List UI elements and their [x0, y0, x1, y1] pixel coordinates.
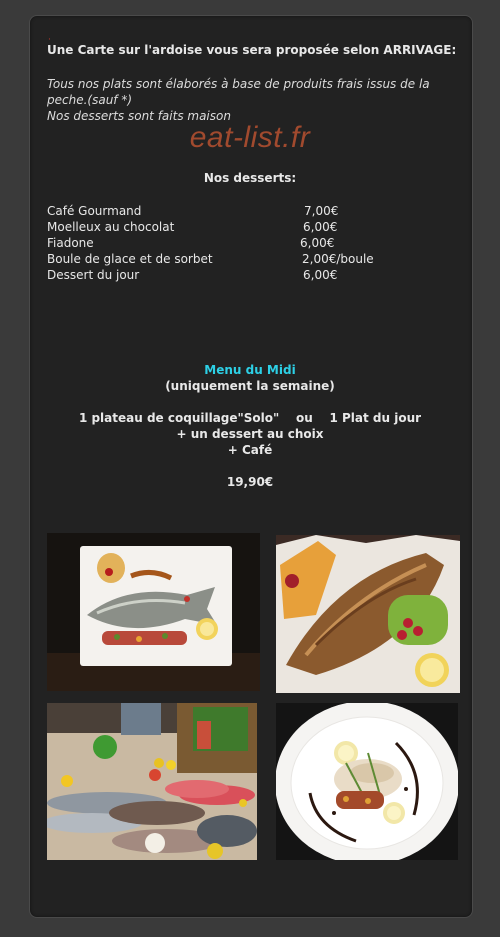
dessert-price: 7,00€	[304, 204, 339, 218]
menu-midi-price: 19,90€	[226, 475, 274, 489]
dessert-name: Dessert du jour	[47, 268, 140, 282]
dessert-row: Fiadone 6,00€	[47, 236, 447, 252]
menu-midi-line: + Café	[227, 443, 273, 457]
watermark-logo: eat-list.fr	[189, 121, 311, 154]
fish-dish-photo	[276, 703, 458, 860]
menu-midi-line: + un dessert au choix	[176, 427, 324, 441]
dessert-row: Boule de glace et de sorbet 2,00€/boule	[47, 252, 447, 268]
intro-line-2: peche.(sauf *)	[47, 93, 133, 107]
menu-midi-subtitle: (uniquement la semaine)	[165, 379, 335, 393]
fish-fillet-photo	[276, 535, 460, 693]
dessert-price: 6,00€	[303, 268, 338, 282]
dessert-price: 2,00€/boule	[302, 252, 374, 266]
desserts-title: Nos desserts:	[203, 171, 297, 185]
dessert-name: Boule de glace et de sorbet	[47, 252, 213, 266]
grilled-fish-photo	[47, 533, 260, 691]
menu-midi-line: 1 plateau de coquillage"Solo" ou 1 Plat …	[78, 411, 422, 425]
dessert-name: Fiadone	[47, 236, 94, 250]
dessert-price: 6,00€	[303, 220, 338, 234]
arrivage-notice: Une Carte sur l'ardoise vous sera propos…	[47, 43, 457, 57]
fresh-fish-photo	[47, 703, 257, 860]
dessert-name: Café Gourmand	[47, 204, 142, 218]
intro-line-1: Tous nos plats sont élaborés à base de p…	[47, 77, 430, 91]
dessert-price: 6,00€	[300, 236, 335, 250]
dessert-row: Café Gourmand 7,00€	[47, 204, 447, 220]
dessert-row: Dessert du jour 6,00€	[47, 268, 447, 284]
dessert-row: Moelleux au chocolat 6,00€	[47, 220, 447, 236]
dessert-name: Moelleux au chocolat	[47, 220, 175, 234]
menu-midi-title: Menu du Midi	[204, 363, 296, 377]
